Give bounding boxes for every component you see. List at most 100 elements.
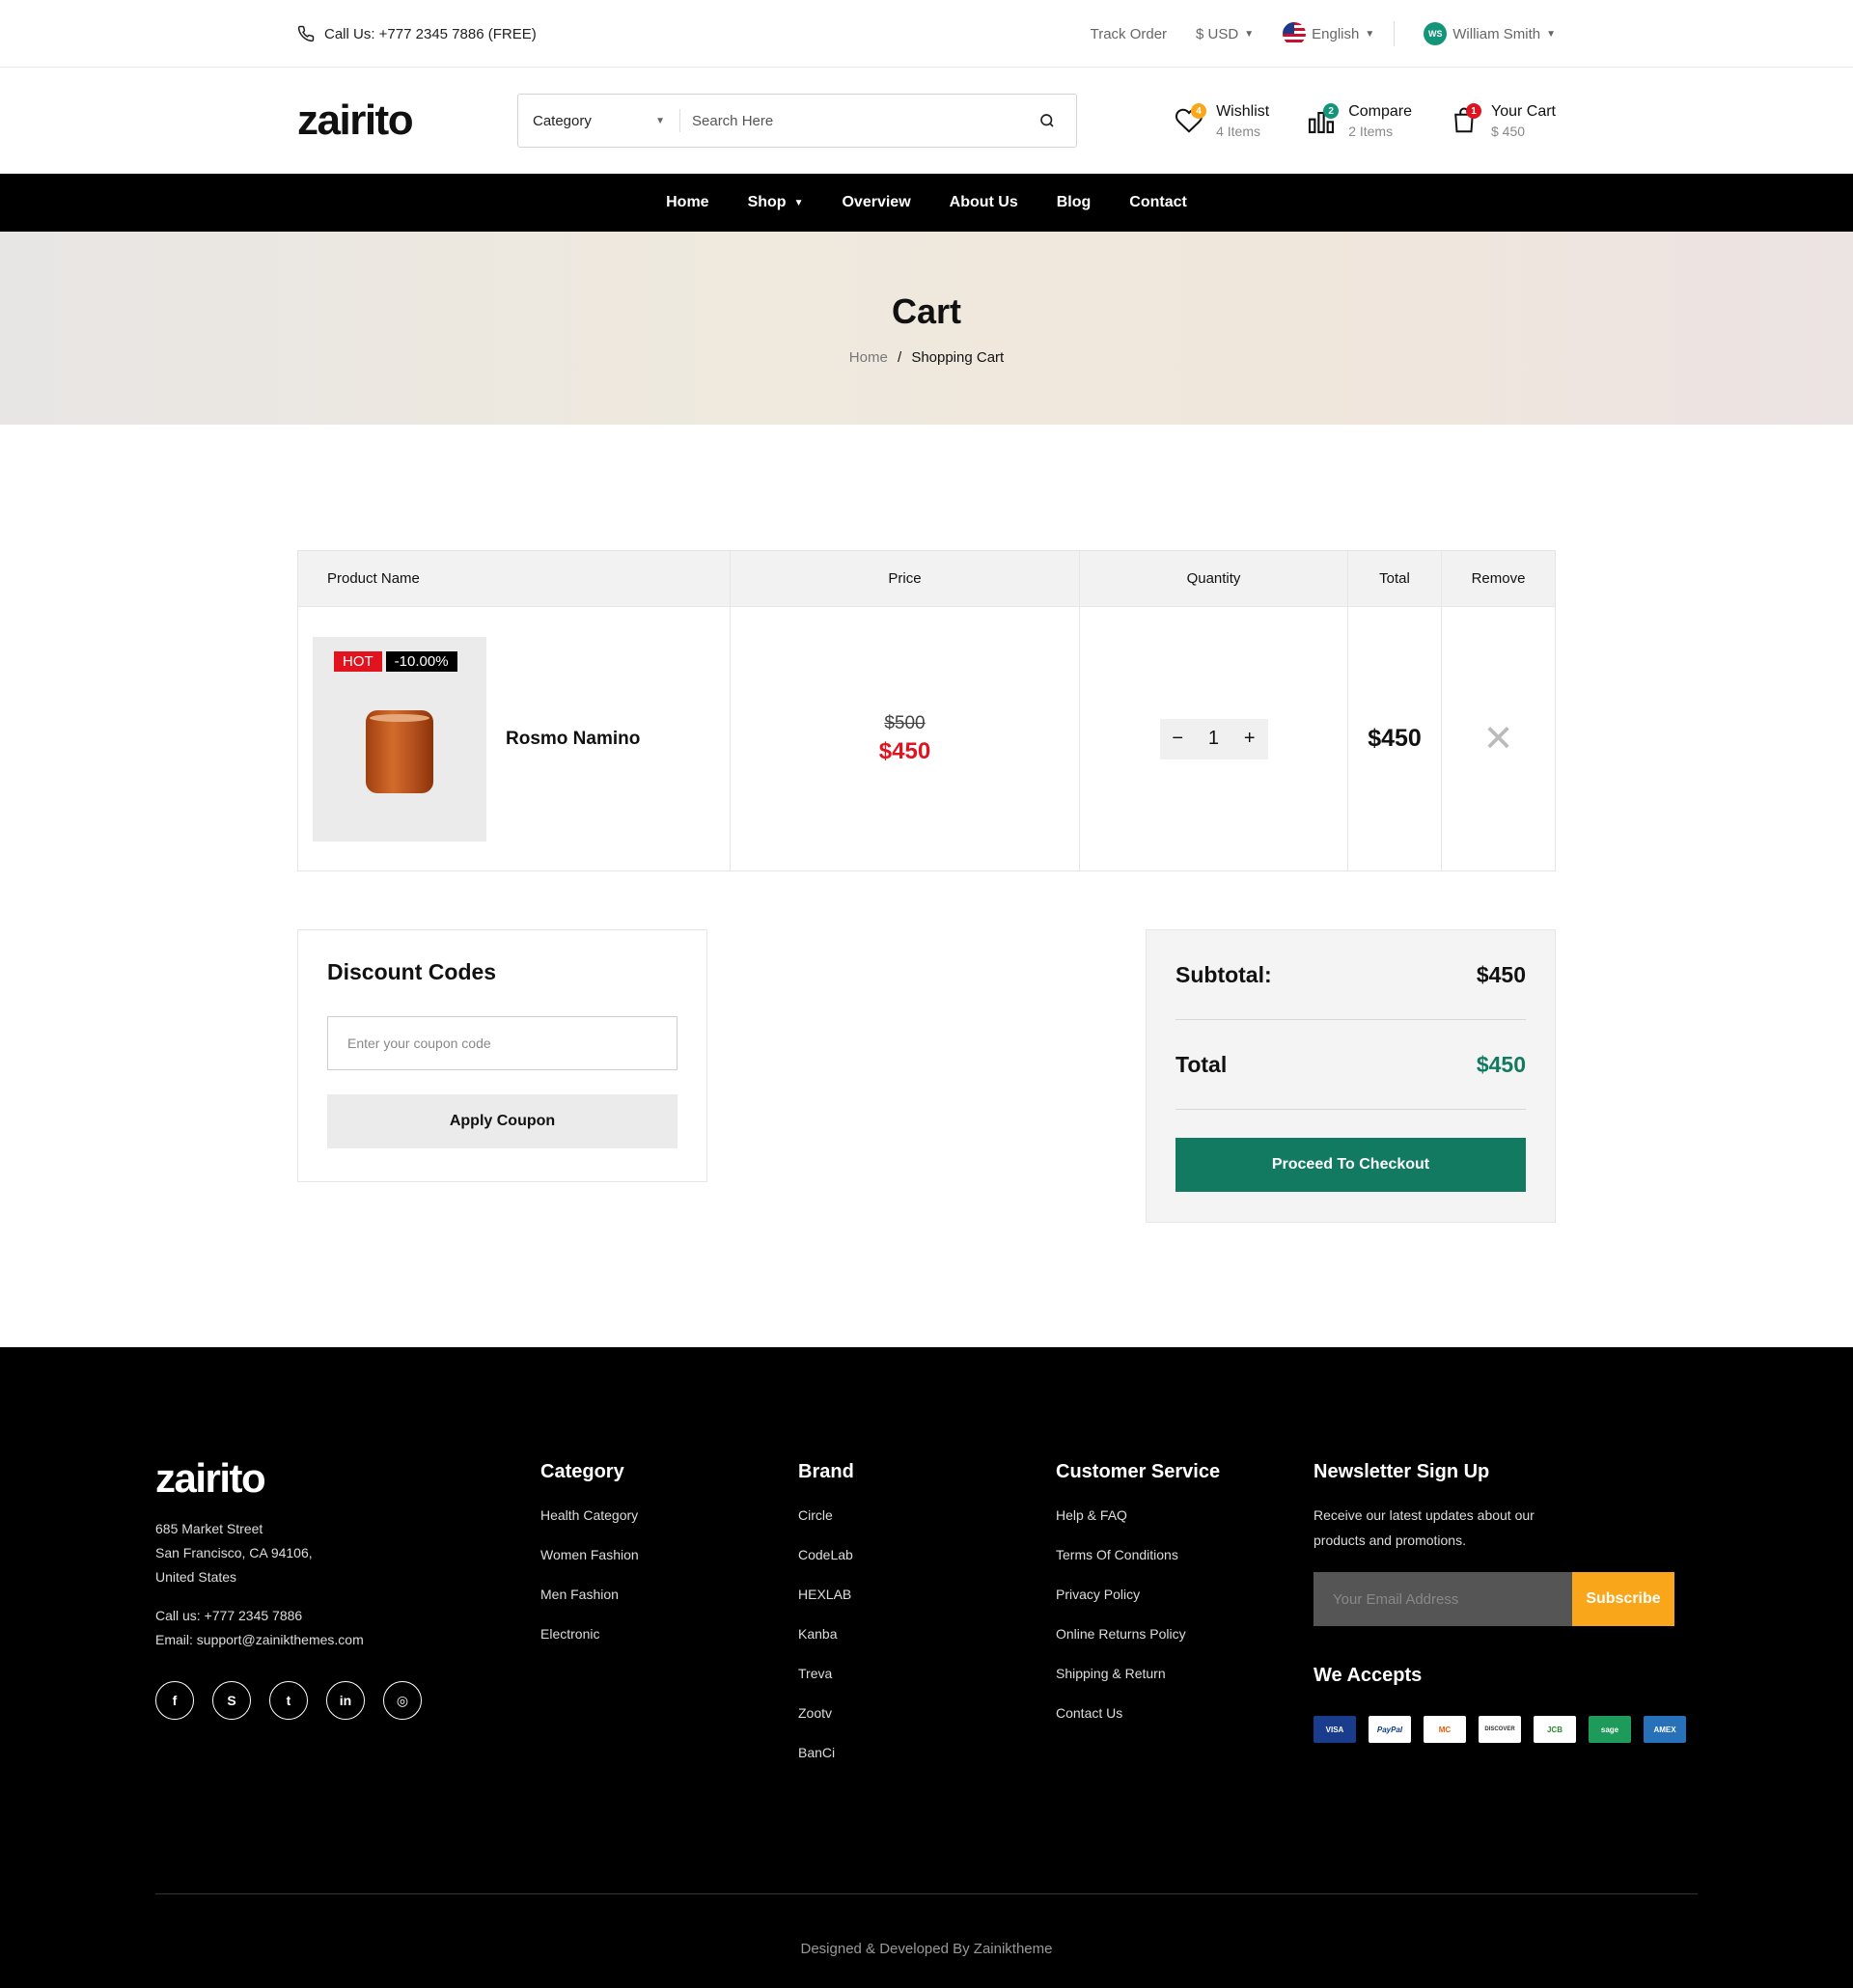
email-field[interactable]: Your Email Address xyxy=(1314,1572,1572,1626)
subscribe-button[interactable]: Subscribe xyxy=(1572,1572,1674,1626)
chevron-down-icon: ▼ xyxy=(1244,28,1255,40)
topbar: Call Us: +777 2345 7886 (FREE) Track Ord… xyxy=(0,0,1853,68)
search-input[interactable]: Search Here xyxy=(680,113,1018,129)
quantity-stepper: − 1 + xyxy=(1159,718,1268,759)
checkout-button[interactable]: Proceed To Checkout xyxy=(1175,1138,1526,1192)
col-total: Total xyxy=(1347,550,1442,607)
quantity-value[interactable]: 1 xyxy=(1208,728,1219,750)
language-label: English xyxy=(1312,25,1360,42)
nav-shop[interactable]: Shop ▼ xyxy=(748,194,804,211)
copyright: Designed & Developed By Zainiktheme xyxy=(800,1941,1053,1957)
wishlist-label: Wishlist xyxy=(1216,102,1270,120)
footer-link[interactable]: Treva xyxy=(798,1666,854,1681)
col-product-name: Product Name xyxy=(297,550,731,607)
facebook-icon[interactable]: f xyxy=(155,1681,194,1720)
nav-blog[interactable]: Blog xyxy=(1057,194,1092,211)
breadcrumb: Home / Shopping Cart xyxy=(849,349,1004,366)
sage-icon: sage xyxy=(1589,1716,1631,1743)
linkedin-icon[interactable]: in xyxy=(326,1681,365,1720)
footer-link[interactable]: Contact Us xyxy=(1056,1705,1220,1721)
compare-link[interactable]: 2 Compare 2 Items xyxy=(1304,103,1412,139)
breadcrumb-home[interactable]: Home xyxy=(849,349,888,366)
page-title: Cart xyxy=(891,290,962,331)
wishlist-sub: 4 Items xyxy=(1216,123,1260,139)
heart-icon: 4 xyxy=(1172,103,1207,138)
cart-link[interactable]: 1 Your Cart $ 450 xyxy=(1447,103,1556,139)
wishlist-count: 4 xyxy=(1191,103,1207,119)
phone-icon xyxy=(297,25,315,42)
footer-link[interactable]: Electronic xyxy=(540,1626,639,1642)
twitter-icon[interactable]: t xyxy=(269,1681,308,1720)
call-text: Call Us: +777 2345 7886 (FREE) xyxy=(324,25,537,42)
apply-coupon-button[interactable]: Apply Coupon xyxy=(327,1094,678,1148)
coupon-input[interactable]: Enter your coupon code xyxy=(327,1016,678,1070)
footer-link[interactable]: HEXLAB xyxy=(798,1587,854,1602)
footer-link[interactable]: CodeLab xyxy=(798,1547,854,1562)
footer-link[interactable]: Men Fashion xyxy=(540,1587,639,1602)
subtotal-value: $450 xyxy=(1476,961,1526,987)
row-total: $450 xyxy=(1368,725,1422,752)
page-banner: Cart Home / Shopping Cart xyxy=(0,232,1853,425)
footer-link[interactable]: Help & FAQ xyxy=(1056,1507,1220,1523)
breadcrumb-separator: / xyxy=(897,348,902,366)
close-icon[interactable]: ✕ xyxy=(1483,719,1514,759)
compare-label: Compare xyxy=(1348,102,1412,120)
footer-logo[interactable]: zairito xyxy=(155,1455,422,1502)
nav-contact[interactable]: Contact xyxy=(1129,194,1187,211)
language-selector[interactable]: English ▼ xyxy=(1283,22,1374,45)
footer-link[interactable]: Zootv xyxy=(798,1705,854,1721)
newsletter-text: Receive our latest updates about our xyxy=(1314,1507,1535,1523)
currency-label: $ USD xyxy=(1196,25,1239,42)
col-quantity: Quantity xyxy=(1079,550,1348,607)
cart-section: Product Name Price Quantity Total Remove… xyxy=(297,550,1556,1223)
user-menu[interactable]: WS William Smith ▼ xyxy=(1424,22,1556,45)
discount-title: Discount Codes xyxy=(327,959,497,984)
address-line: 685 Market Street xyxy=(155,1521,263,1536)
cart-count: 1 xyxy=(1466,103,1481,119)
product-name[interactable]: Rosmo Namino xyxy=(506,729,640,750)
cart-sub: $ 450 xyxy=(1491,123,1526,139)
address-line: San Francisco, CA 94106, xyxy=(155,1545,313,1560)
discount-panel: Discount Codes Enter your coupon code Ap… xyxy=(297,929,707,1182)
col-price: Price xyxy=(730,550,1080,607)
decrease-button[interactable]: − xyxy=(1172,728,1183,750)
col-remove: Remove xyxy=(1441,550,1556,607)
increase-button[interactable]: + xyxy=(1244,728,1256,750)
old-price: $500 xyxy=(884,712,926,733)
hot-badge: HOT xyxy=(334,650,382,672)
social-links: f S t in ◎ xyxy=(155,1681,422,1720)
candle-product-photo xyxy=(366,709,433,793)
footer-link[interactable]: Women Fashion xyxy=(540,1547,639,1562)
search-button[interactable] xyxy=(1018,112,1076,129)
footer-link[interactable]: Shipping & Return xyxy=(1056,1666,1220,1681)
nav-home[interactable]: Home xyxy=(666,194,708,211)
footer-link[interactable]: Privacy Policy xyxy=(1056,1587,1220,1602)
cart-label: Your Cart xyxy=(1491,102,1556,120)
footer-link[interactable]: Health Category xyxy=(540,1507,639,1523)
footer-heading: Brand xyxy=(798,1461,854,1482)
category-dropdown[interactable]: Category ▼ xyxy=(518,109,680,132)
footer-heading: Newsletter Sign Up xyxy=(1314,1461,1490,1482)
chevron-down-icon: ▼ xyxy=(655,115,665,126)
footer-email[interactable]: Email: support@zainikthemes.com xyxy=(155,1628,422,1652)
footer-link[interactable]: Kanba xyxy=(798,1626,854,1642)
nav-about[interactable]: About Us xyxy=(950,194,1018,211)
product-image[interactable]: HOT -10.00% xyxy=(313,636,486,842)
footer-link[interactable]: BanCi xyxy=(798,1745,854,1760)
footer-link[interactable]: Terms Of Conditions xyxy=(1056,1547,1220,1562)
nav-overview[interactable]: Overview xyxy=(842,194,910,211)
footer-link[interactable]: Circle xyxy=(798,1507,854,1523)
skype-icon[interactable]: S xyxy=(212,1681,251,1720)
cart-table: Product Name Price Quantity Total Remove… xyxy=(297,550,1556,871)
footer: zairito 685 Market Street San Francisco,… xyxy=(0,1347,1853,1988)
track-order-link[interactable]: Track Order xyxy=(1091,26,1167,42)
total-value: $450 xyxy=(1476,1051,1526,1077)
instagram-icon[interactable]: ◎ xyxy=(383,1681,422,1720)
logo[interactable]: zairito xyxy=(297,97,517,145)
footer-link[interactable]: Online Returns Policy xyxy=(1056,1626,1220,1642)
track-order-label: Track Order xyxy=(1090,25,1168,42)
wishlist-link[interactable]: 4 Wishlist 4 Items xyxy=(1172,103,1269,139)
divider xyxy=(1394,21,1396,46)
footer-phone: Call us: +777 2345 7886 xyxy=(155,1608,303,1623)
currency-selector[interactable]: $ USD ▼ xyxy=(1196,26,1254,42)
